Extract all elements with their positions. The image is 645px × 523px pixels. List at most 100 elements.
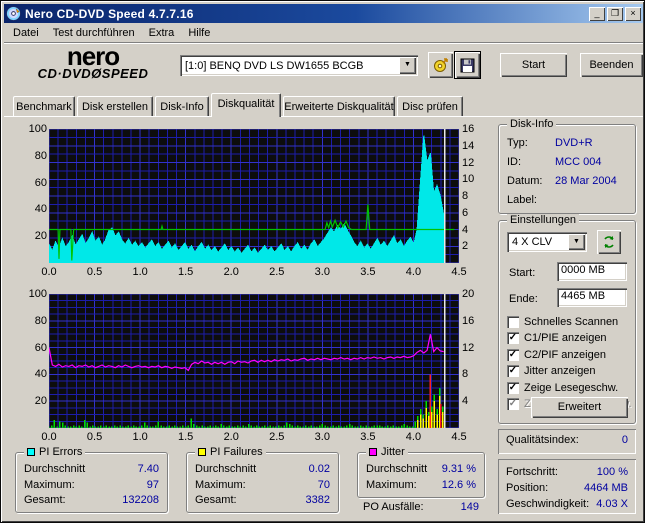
checkbox-jitter-anzeigen[interactable]: ✓ Jitter anzeigen (507, 364, 596, 379)
tab-erweiterte-diskqualitat[interactable]: Erweiterte Diskqualität (283, 96, 395, 117)
start-button[interactable]: Start (500, 53, 567, 77)
progress-value: 4464 MB (584, 482, 628, 496)
stats-value: 70 (318, 479, 330, 493)
pie-speed-chart-x-tick: 4.0 (400, 266, 426, 278)
stats-row-gesamt: Gesamt:132208 (24, 494, 159, 508)
stats-group-pi-errors: PI ErrorsDurchschnitt7.40Maximum:97Gesam… (15, 452, 168, 513)
stats-row-po-ausfalle: PO Ausfälle: 149 (363, 501, 479, 515)
menu-datei[interactable]: Datei (6, 25, 46, 41)
speed-select-value: 4 X CLV (507, 236, 568, 248)
pie-speed-chart-canvas (49, 129, 459, 263)
pif-jitter-chart-left-tick: 80 (21, 315, 47, 327)
eject-button[interactable] (428, 52, 453, 78)
disk-info-label: Typ: (507, 137, 528, 151)
stats-row-durchschnitt: Durchschnitt0.02 (195, 463, 330, 477)
disk-info-value: 28 Mar 2004 (555, 175, 617, 187)
close-button[interactable]: × (625, 7, 641, 21)
pif-jitter-chart-x-tick: 0.5 (82, 431, 108, 443)
pif-jitter-chart-x-tick: 2.5 (264, 431, 290, 443)
chevron-down-icon[interactable]: ▼ (568, 234, 585, 250)
pif-jitter-chart-left-tick: 100 (21, 288, 47, 300)
title-bar[interactable]: Nero CD-DVD Speed 4.7.7.16 _ ❐ × (4, 4, 643, 23)
tab-diskqualitat[interactable]: Diskqualität (211, 93, 281, 117)
progress-label: Geschwindigkeit: (506, 498, 589, 512)
end-field-label: Ende: (509, 293, 538, 305)
stats-title-text: PI Failures (210, 446, 263, 458)
checkbox-zeige-lesegeschw[interactable]: ✓Zeige Lesegeschw. (507, 380, 618, 395)
tab-disc-prufen[interactable]: Disc prüfen (397, 96, 463, 117)
start-field[interactable]: 0000 MB (557, 262, 627, 281)
checked-box-icon[interactable]: ✓ (507, 365, 519, 377)
pif-jitter-chart-x-tick: 3.0 (309, 431, 335, 443)
progress-row-geschwindigkeit: Geschwindigkeit:4.03 X (506, 498, 628, 512)
stats-value: 149 (461, 501, 479, 515)
checked-box-icon[interactable]: ✓ (507, 382, 519, 394)
stats-title-jitter: Jitter (366, 446, 408, 458)
menu-test-durchfuhren[interactable]: Test durchführen (46, 25, 142, 41)
pie-speed-chart-x-tick: 1.5 (173, 266, 199, 278)
pie-speed-chart-x-tick: 0.5 (82, 266, 108, 278)
disk-info-label: ID: (507, 156, 521, 170)
pif-jitter-chart: 10080604020201612840.00.51.01.52.02.53.0… (21, 286, 489, 446)
checkbox-c1-pie-anzeigen[interactable]: ✓C1/PIE anzeigen (507, 331, 607, 346)
stats-title-pi-errors: PI Errors (24, 446, 85, 458)
cdspeed-logo-word: CD·DVDØSPEED (18, 67, 168, 80)
progress-label: Fortschritt: (506, 466, 558, 480)
drive-select[interactable]: [1:0] BENQ DVD LS DW1655 BCGB ▼ (180, 55, 418, 76)
pif-jitter-chart-right-tick: 8 (462, 368, 488, 380)
pie-speed-chart: 100806040201614121086420.00.51.01.52.02.… (21, 121, 489, 281)
checkbox-label: Jitter anzeigen (524, 365, 596, 377)
pie-speed-chart-left-tick: 20 (21, 230, 47, 242)
jitter-legend-icon (369, 448, 377, 456)
menu-extra[interactable]: Extra (142, 25, 182, 41)
quality-index-value: 0 (622, 434, 628, 448)
pif-jitter-chart-plot-area (49, 294, 459, 428)
stats-label: Durchschnitt (366, 463, 427, 477)
tab-benchmark[interactable]: Benchmark (13, 96, 75, 117)
pif-jitter-chart-left-tick: 40 (21, 368, 47, 380)
stats-row-durchschnitt: Durchschnitt 9.31 % (366, 463, 476, 477)
pie-speed-chart-x-tick: 3.5 (355, 266, 381, 278)
nero-logo: nero CD·DVDØSPEED (18, 45, 168, 80)
stats-label: Maximum: (366, 479, 417, 493)
stats-value: 9.31 % (442, 463, 476, 477)
minimize-button[interactable]: _ (589, 7, 605, 21)
progress-row-fortschritt: Fortschritt:100 % (506, 466, 628, 480)
stats-value: 7.40 (138, 463, 159, 477)
checkbox-c2-pif-anzeigen[interactable]: ✓C2/PIF anzeigen (507, 347, 606, 362)
pif-jitter-chart-x-tick: 1.5 (173, 431, 199, 443)
stats-label: PO Ausfälle: (363, 501, 424, 515)
stats-title-text: PI Errors (39, 446, 82, 458)
menu-hilfe[interactable]: Hilfe (181, 25, 217, 41)
disk-info-label: Datum: (507, 175, 542, 189)
start-field-label: Start: (509, 267, 535, 279)
stats-row-maximum: Maximum:70 (195, 479, 330, 493)
checked-box-icon[interactable]: ✓ (507, 332, 519, 344)
checkbox-schnelles-scannen[interactable]: Schnelles Scannen (507, 314, 618, 329)
pif-jitter-chart-x-tick: 0.0 (36, 431, 62, 443)
eject-disc-icon (433, 57, 449, 73)
refresh-button[interactable] (597, 230, 621, 254)
drive-select-value: [1:0] BENQ DVD LS DW1655 BCGB (180, 60, 399, 72)
tab-disk-info[interactable]: Disk-Info (155, 96, 209, 117)
unchecked-box-icon[interactable] (507, 316, 519, 328)
pif-jitter-chart-x-tick: 2.0 (218, 431, 244, 443)
maximize-button[interactable]: ❐ (607, 7, 623, 21)
advanced-button[interactable]: Erweitert (531, 397, 628, 418)
checked-box-icon[interactable]: ✓ (507, 349, 519, 361)
tab-disk-erstellen[interactable]: Disk erstellen (77, 96, 153, 117)
disk-info-value: DVD+R (555, 137, 593, 149)
speed-select[interactable]: 4 X CLV ▼ (507, 232, 587, 252)
quality-index-panel: Qualitätsindex: 0 (498, 429, 636, 454)
save-button[interactable] (455, 52, 480, 78)
pie-speed-chart-plot-area (49, 129, 459, 263)
stats-title-text: Jitter (381, 446, 405, 458)
end-field[interactable]: 4465 MB (557, 288, 627, 307)
quit-button[interactable]: Beenden (580, 53, 643, 77)
stats-value: 97 (147, 479, 159, 493)
nero-logo-word: nero (18, 45, 168, 67)
settings-group: Einstellungen 4 X CLV ▼ Start: 0000 MB E… (498, 220, 636, 424)
chevron-down-icon[interactable]: ▼ (399, 57, 416, 74)
pie-speed-chart-right-tick: 4 (462, 224, 488, 236)
stats-row-durchschnitt: Durchschnitt7.40 (24, 463, 159, 477)
